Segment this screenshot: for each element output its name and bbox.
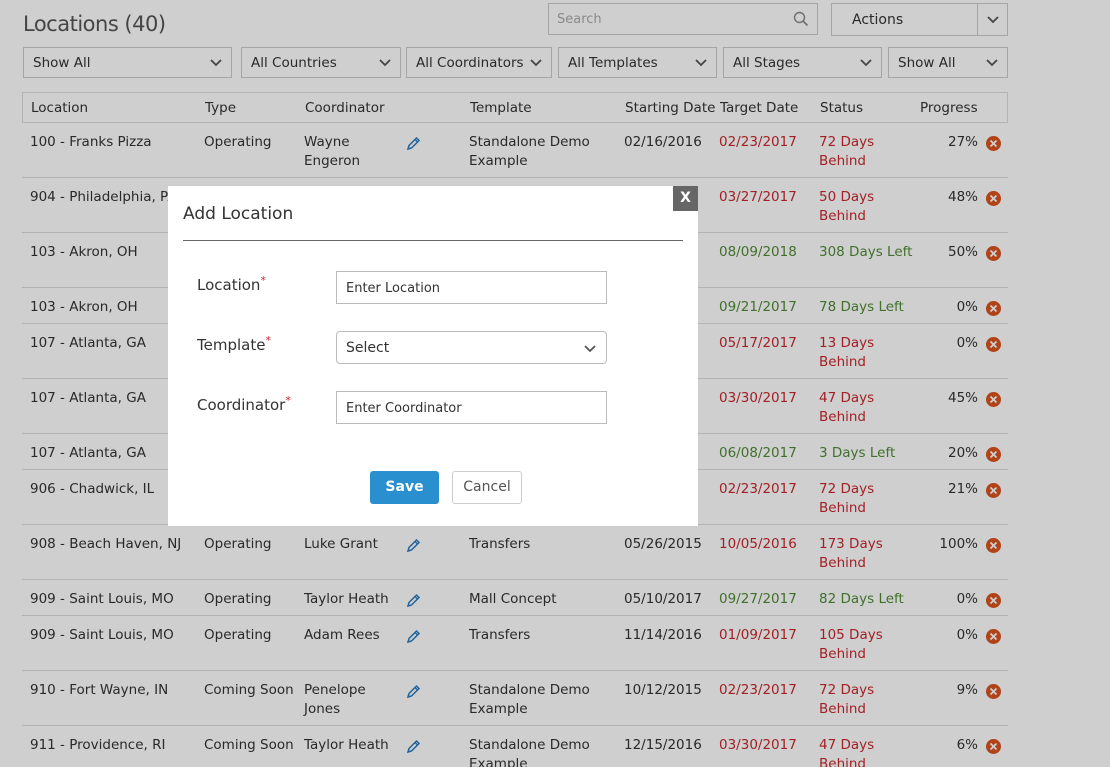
required-mark: * bbox=[285, 394, 291, 407]
chevron-down-icon bbox=[584, 345, 596, 353]
coordinator-input[interactable]: Enter Coordinator bbox=[336, 391, 607, 424]
dialog-divider bbox=[183, 240, 683, 241]
required-mark: * bbox=[260, 274, 266, 287]
location-input[interactable]: Enter Location bbox=[336, 271, 607, 304]
coordinator-input-placeholder: Enter Coordinator bbox=[346, 401, 462, 416]
location-field-label: Location* bbox=[197, 274, 266, 294]
add-location-dialog: Add Location Location* Enter Location Te… bbox=[168, 186, 698, 526]
location-input-placeholder: Enter Location bbox=[346, 281, 441, 296]
dialog-title: Add Location bbox=[183, 204, 294, 224]
close-dialog-button[interactable]: X bbox=[673, 186, 698, 211]
template-select[interactable]: Select bbox=[336, 331, 607, 364]
template-select-value: Select bbox=[346, 340, 390, 356]
save-button[interactable]: Save bbox=[370, 471, 439, 504]
cancel-button[interactable]: Cancel bbox=[452, 471, 522, 504]
template-field-label: Template* bbox=[197, 334, 271, 354]
coordinator-label-text: Coordinator bbox=[197, 396, 286, 414]
template-label-text: Template bbox=[197, 336, 266, 354]
location-label-text: Location bbox=[197, 276, 261, 294]
locations-page: Locations (40) Search Actions Show All A… bbox=[0, 0, 1110, 767]
required-mark: * bbox=[265, 334, 271, 347]
coordinator-field-label: Coordinator* bbox=[197, 394, 291, 414]
